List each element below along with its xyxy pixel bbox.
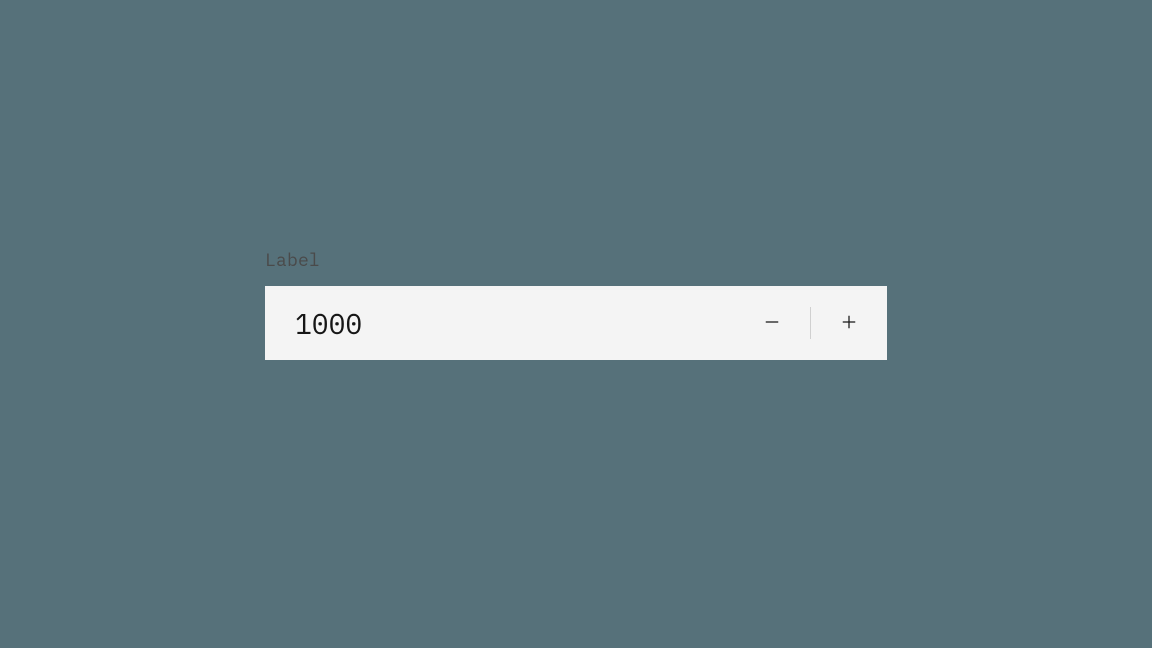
number-input-wrapper: Label — [265, 248, 887, 360]
decrement-button[interactable] — [734, 286, 810, 360]
increment-button[interactable] — [811, 286, 887, 360]
number-input-container — [265, 286, 887, 360]
minus-icon — [762, 312, 782, 335]
number-input-label: Label — [265, 248, 887, 271]
stepper-controls — [734, 286, 887, 360]
number-input-field[interactable] — [265, 286, 734, 360]
plus-icon — [839, 312, 859, 335]
